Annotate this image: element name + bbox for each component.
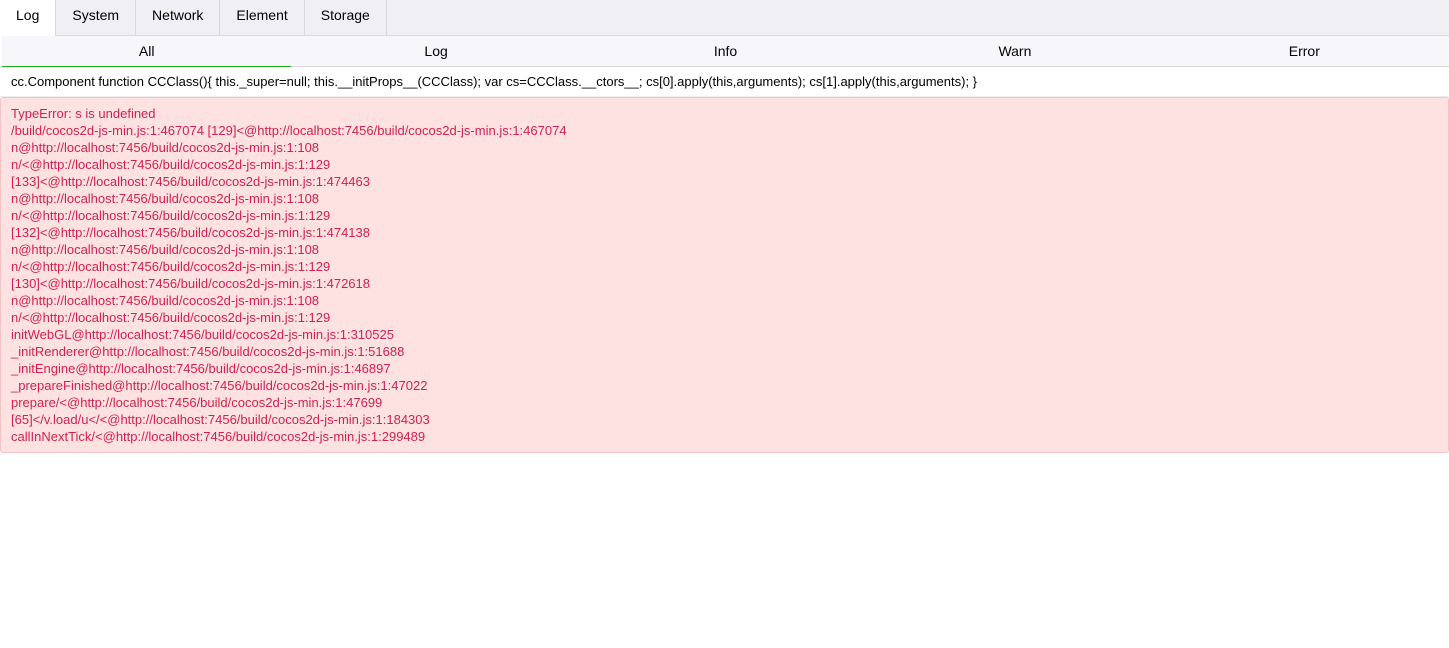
stack-frame: [133]<@http://localhost:7456/build/cocos… xyxy=(11,174,370,189)
error-entry: TypeError: s is undefined/build/cocos2d-… xyxy=(0,97,1449,453)
tab-network[interactable]: Network xyxy=(136,0,221,35)
error-message: TypeError: s is undefined xyxy=(11,106,156,121)
stack-frame: n@http://localhost:7456/build/cocos2d-js… xyxy=(11,191,320,206)
stack-frame: _prepareFinished@http://localhost:7456/b… xyxy=(11,378,428,393)
stack-frame: [65]</v.load/u</<@http://localhost:7456/… xyxy=(11,412,430,427)
stack-frame: prepare/<@http://localhost:7456/build/co… xyxy=(11,395,383,410)
stack-frame: n/<@http://localhost:7456/build/cocos2d-… xyxy=(11,208,331,223)
log-list: cc.Component function CCClass(){ this._s… xyxy=(0,67,1449,453)
stack-frame: n@http://localhost:7456/build/cocos2d-js… xyxy=(11,242,320,257)
filter-all[interactable]: All xyxy=(2,36,292,67)
tab-log[interactable]: Log xyxy=(0,0,57,36)
stack-frame: n@http://localhost:7456/build/cocos2d-js… xyxy=(11,293,320,308)
tab-element[interactable]: Element xyxy=(220,0,305,35)
stack-frame: [132]<@http://localhost:7456/build/cocos… xyxy=(11,225,370,240)
stack-frame: n/<@http://localhost:7456/build/cocos2d-… xyxy=(11,310,331,325)
stack-frame: callInNextTick/<@http://localhost:7456/b… xyxy=(11,429,426,444)
stack-frame: _initEngine@http://localhost:7456/build/… xyxy=(11,361,391,376)
stack-frame: n@http://localhost:7456/build/cocos2d-js… xyxy=(11,140,320,155)
filter-warn[interactable]: Warn xyxy=(870,36,1159,66)
stack-frame: _initRenderer@http://localhost:7456/buil… xyxy=(11,344,405,359)
log-entry: cc.Component function CCClass(){ this._s… xyxy=(0,67,1449,97)
tab-storage[interactable]: Storage xyxy=(305,0,387,35)
stack-frame: n/<@http://localhost:7456/build/cocos2d-… xyxy=(11,259,331,274)
filter-info[interactable]: Info xyxy=(581,36,870,66)
filter-error[interactable]: Error xyxy=(1160,36,1449,66)
log-filter-bar: All Log Info Warn Error xyxy=(2,36,1449,67)
stack-frame: [130]<@http://localhost:7456/build/cocos… xyxy=(11,276,370,291)
tab-system[interactable]: System xyxy=(56,0,137,35)
stack-frame: initWebGL@http://localhost:7456/build/co… xyxy=(11,327,394,342)
stack-frame: /build/cocos2d-js-min.js:1:467074 [129]<… xyxy=(11,123,567,138)
main-tab-bar: Log System Network Element Storage xyxy=(0,0,1449,36)
stack-frame: n/<@http://localhost:7456/build/cocos2d-… xyxy=(11,157,331,172)
filter-log[interactable]: Log xyxy=(291,36,580,66)
